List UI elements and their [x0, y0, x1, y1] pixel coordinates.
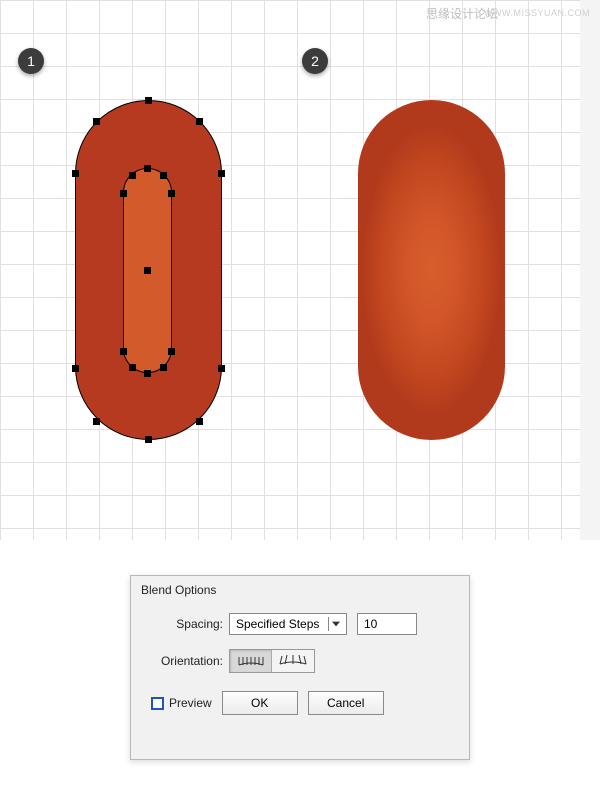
spacing-label: Spacing:: [149, 617, 229, 631]
shape2-blended-capsule[interactable]: [358, 100, 505, 440]
anchor-point[interactable]: [93, 118, 100, 125]
anchor-point[interactable]: [129, 172, 136, 179]
preview-label: Preview: [169, 696, 212, 710]
anchor-point[interactable]: [72, 170, 79, 177]
step-badge-2: 2: [302, 48, 328, 74]
anchor-point[interactable]: [120, 348, 127, 355]
preview-checkbox[interactable]: [151, 697, 164, 710]
orientation-toggle-group: [229, 649, 315, 673]
anchor-point[interactable]: [120, 190, 127, 197]
dialog-title: Blend Options: [131, 576, 469, 603]
anchor-point[interactable]: [196, 118, 203, 125]
orientation-align-page-button[interactable]: [230, 650, 272, 672]
watermark-url: WWW.MISSYUAN.COM: [484, 8, 590, 18]
steps-input[interactable]: 10: [357, 613, 417, 635]
anchor-point[interactable]: [168, 348, 175, 355]
anchor-point[interactable]: [144, 267, 151, 274]
step-badge-1: 1: [18, 48, 44, 74]
spacing-row: Spacing: Specified Steps 10: [149, 613, 451, 635]
spacing-dropdown-value: Specified Steps: [236, 617, 319, 631]
steps-input-value: 10: [364, 617, 377, 631]
canvas-area: 思缘设计论坛 WWW.MISSYUAN.COM 1 2: [0, 0, 600, 540]
anchor-point[interactable]: [168, 190, 175, 197]
anchor-point[interactable]: [218, 170, 225, 177]
anchor-point[interactable]: [160, 172, 167, 179]
anchor-point[interactable]: [145, 436, 152, 443]
cancel-button[interactable]: Cancel: [308, 691, 384, 715]
anchor-point[interactable]: [145, 97, 152, 104]
spacing-dropdown[interactable]: Specified Steps: [229, 613, 347, 635]
dialog-body: Spacing: Specified Steps 10 Orientation:: [131, 603, 469, 715]
ok-button[interactable]: OK: [222, 691, 298, 715]
anchor-point[interactable]: [218, 365, 225, 372]
anchor-point[interactable]: [160, 364, 167, 371]
anchor-point[interactable]: [196, 418, 203, 425]
anchor-point[interactable]: [144, 370, 151, 377]
orientation-align-path-button[interactable]: [272, 650, 314, 672]
orientation-label: Orientation:: [149, 654, 229, 668]
orientation-page-icon: [237, 655, 265, 667]
dialog-bottom-row: Preview OK Cancel: [149, 691, 451, 715]
blend-options-dialog: Blend Options Spacing: Specified Steps 1…: [130, 575, 470, 760]
orientation-row: Orientation:: [149, 649, 451, 673]
chevron-down-icon: [328, 617, 342, 631]
anchor-point[interactable]: [144, 165, 151, 172]
orientation-path-icon: [279, 655, 307, 667]
anchor-point[interactable]: [129, 364, 136, 371]
anchor-point[interactable]: [72, 365, 79, 372]
anchor-point[interactable]: [93, 418, 100, 425]
